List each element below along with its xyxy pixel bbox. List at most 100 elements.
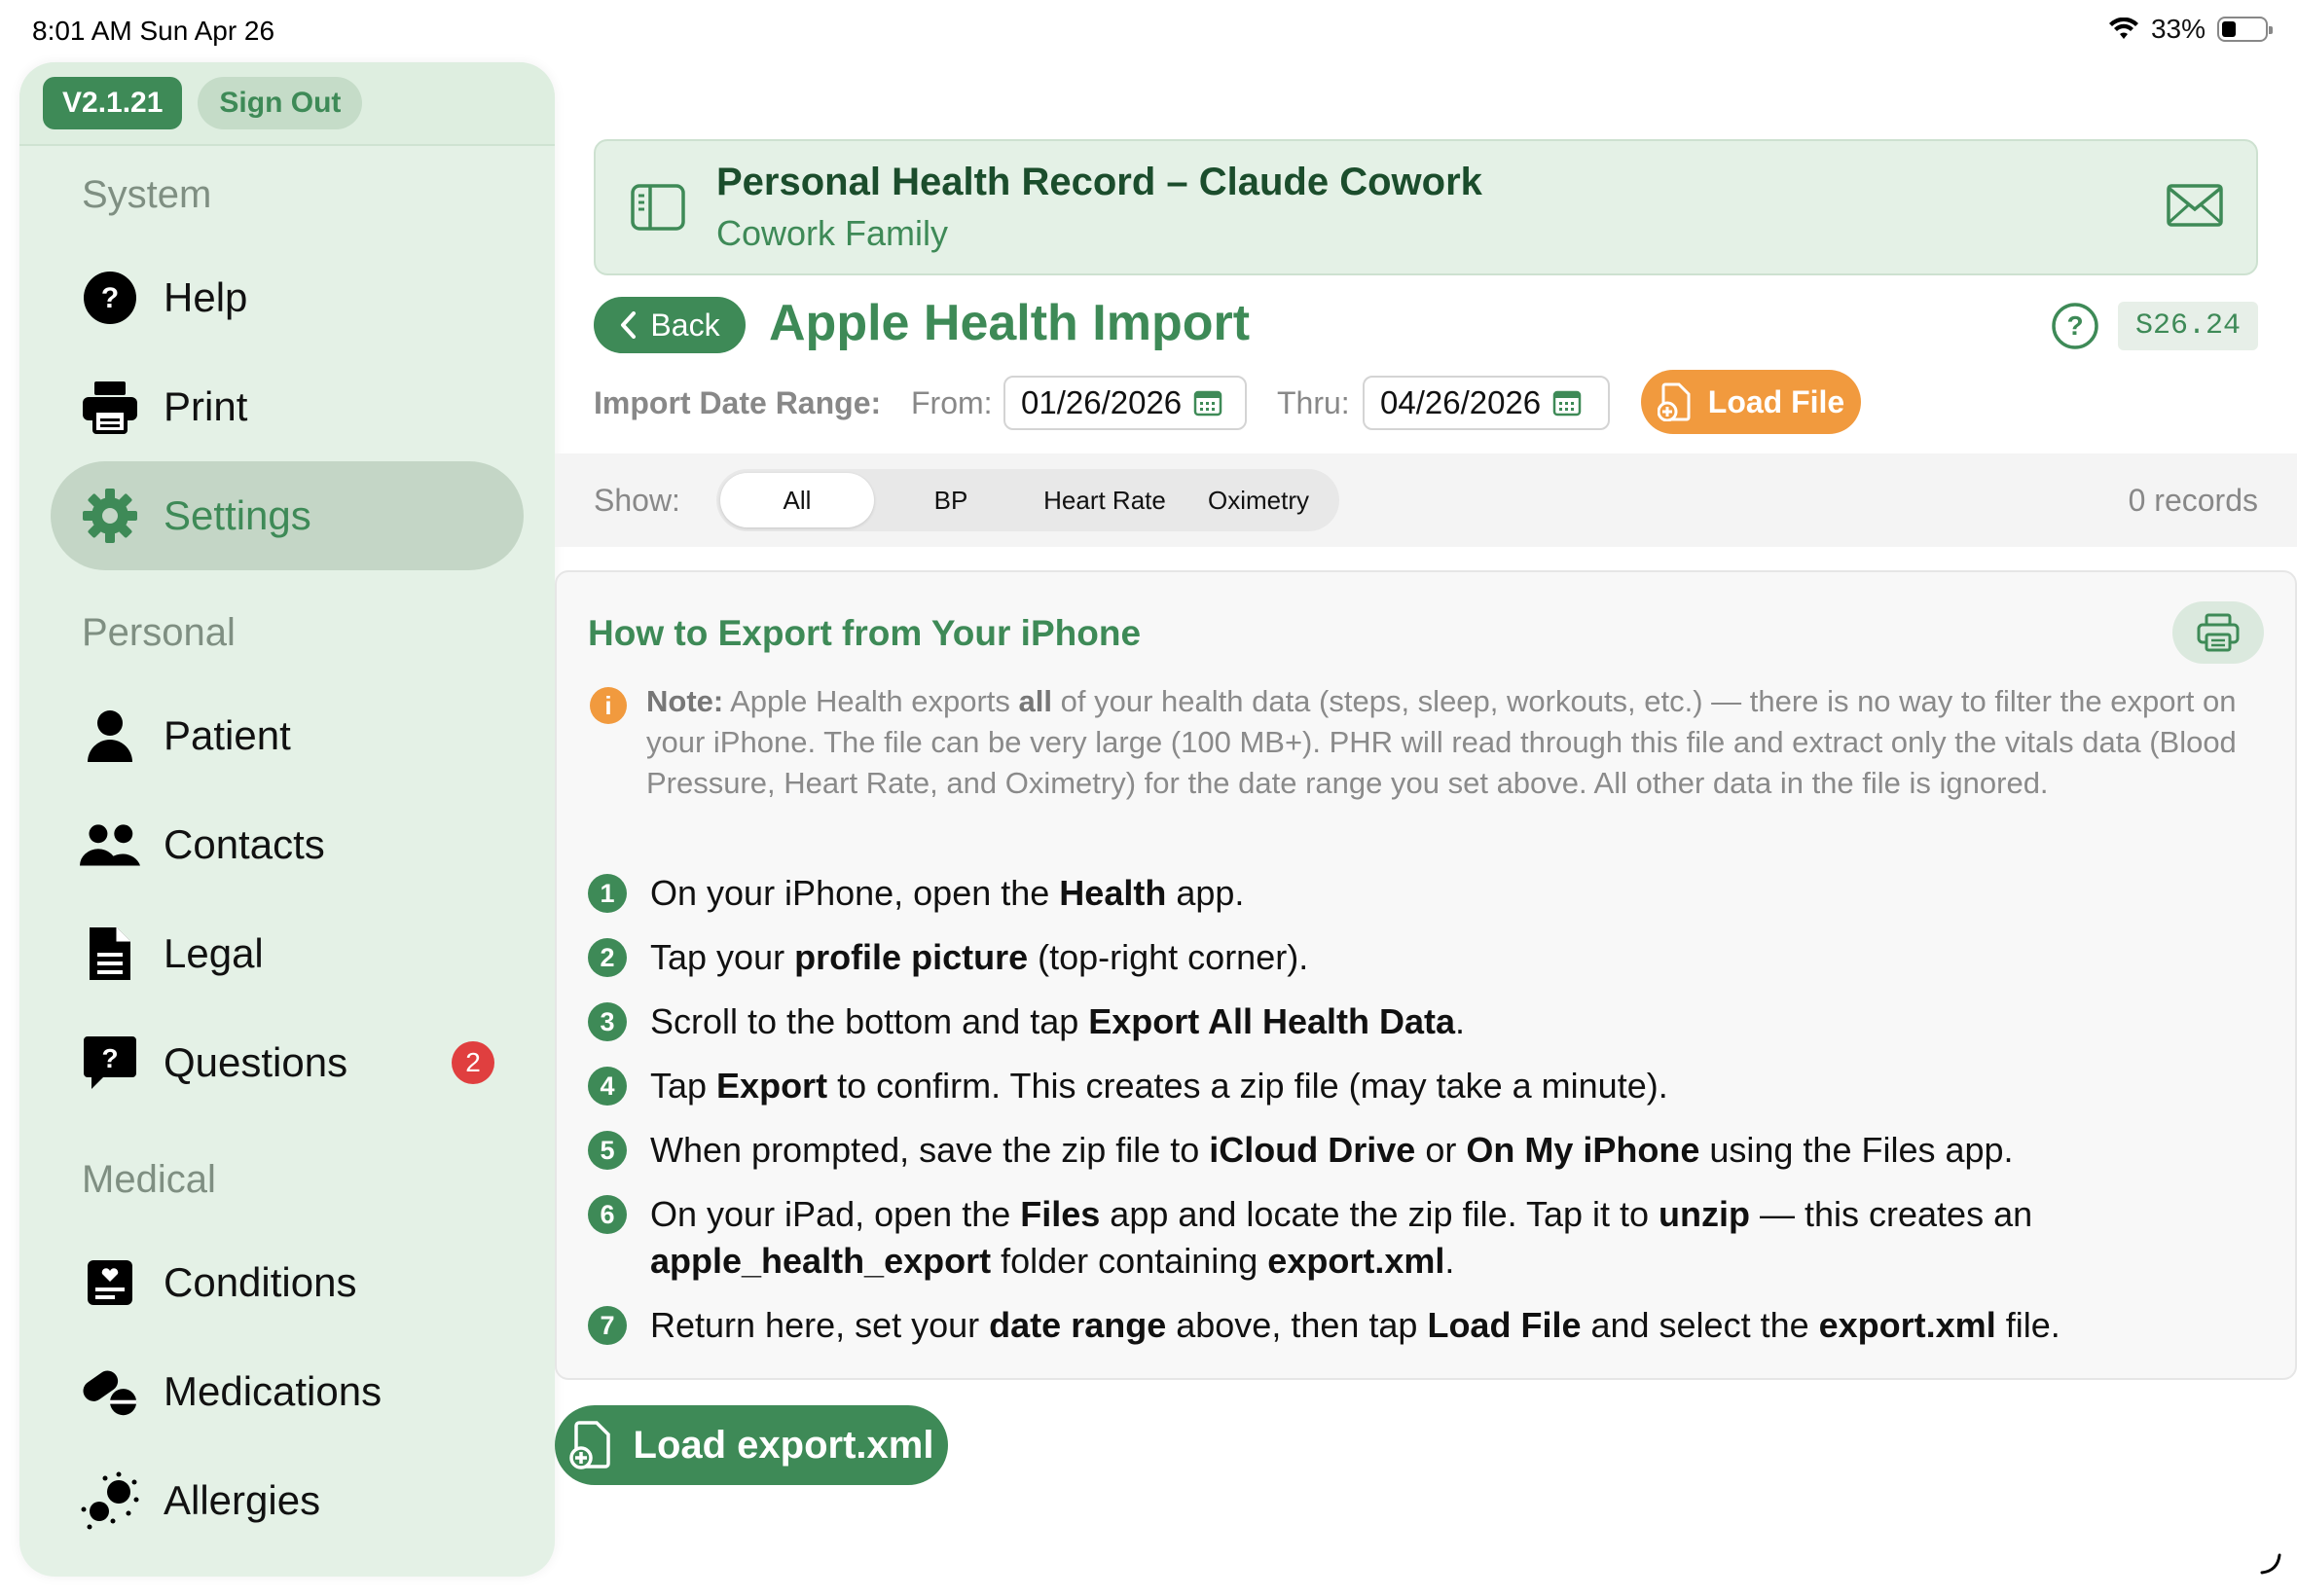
- sidebar-item-questions[interactable]: ? Questions 2: [19, 1008, 555, 1117]
- sidebar-item-label: Print: [164, 383, 248, 429]
- printer-icon: [2197, 613, 2240, 652]
- questions-count-badge: 2: [452, 1041, 494, 1084]
- date-range-label: Import Date Range:: [594, 385, 882, 420]
- page-title: Apple Health Import: [769, 295, 1251, 351]
- svg-text:?: ?: [101, 282, 119, 314]
- filter-option-all[interactable]: All: [720, 473, 874, 527]
- status-indicators: 33%: [2108, 14, 2273, 45]
- sidebar-item-help[interactable]: ? Help: [19, 243, 555, 352]
- filter-segmented-control: All BP Heart Rate Oximetry: [716, 469, 1339, 531]
- sidebar-top-bar: V2.1.21 Sign Out: [19, 62, 555, 146]
- step-item: 4 Tap Export to confirm. This creates a …: [588, 1063, 2266, 1109]
- file-add-icon: [568, 1421, 610, 1469]
- status-bar: 8:01 AM Sun Apr 26 33%: [0, 0, 2297, 62]
- load-file-label: Load File: [1707, 383, 1845, 419]
- document-icon: [80, 924, 140, 984]
- from-date-field[interactable]: 01/26/2026: [1003, 376, 1247, 430]
- sidebar-item-legal[interactable]: Legal: [19, 899, 555, 1008]
- step-item: 3 Scroll to the bottom and tap Export Al…: [588, 998, 2266, 1045]
- from-date-value: 01/26/2026: [1021, 384, 1183, 420]
- sidebar: V2.1.21 Sign Out System ? Help Print Set…: [19, 62, 555, 1577]
- help-icon: ?: [80, 268, 140, 328]
- step-number: 3: [588, 1002, 627, 1041]
- filter-option-oximetry[interactable]: Oximetry: [1182, 473, 1335, 527]
- sidebar-item-medications[interactable]: Medications: [19, 1337, 555, 1446]
- thru-date-value: 04/26/2026: [1380, 384, 1542, 420]
- step-text: Tap your profile picture (top-right corn…: [650, 937, 1309, 977]
- note-text: Note: Apple Health exports all of your h…: [646, 684, 2237, 800]
- instructions-title: How to Export from Your iPhone: [588, 613, 1142, 653]
- filter-option-bp[interactable]: BP: [874, 473, 1028, 527]
- sidebar-item-label: Medications: [164, 1368, 383, 1414]
- status-time: 8:01 AM Sun Apr 26: [32, 16, 275, 46]
- mail-icon[interactable]: [2167, 184, 2223, 232]
- step-number: 1: [588, 874, 627, 913]
- battery-percent: 33%: [2150, 14, 2206, 44]
- section-label-system: System: [82, 173, 212, 216]
- battery-icon: [2217, 17, 2273, 42]
- app-subtitle: Cowork Family: [716, 213, 949, 253]
- step-item: 6 On your iPad, open the Files app and l…: [588, 1191, 2266, 1285]
- gear-icon: [80, 486, 140, 546]
- section-label-personal: Personal: [82, 611, 236, 654]
- step-text: Return here, set your date range above, …: [650, 1305, 2060, 1345]
- sidebar-item-print[interactable]: Print: [19, 352, 555, 461]
- sidebar-item-label: Conditions: [164, 1259, 357, 1305]
- step-number: 2: [588, 938, 627, 977]
- sidebar-item-allergies[interactable]: Allergies: [19, 1446, 555, 1555]
- sidebar-item-conditions[interactable]: Conditions: [19, 1228, 555, 1337]
- sidebar-item-label: Questions: [164, 1039, 348, 1085]
- load-file-button[interactable]: Load File: [1641, 370, 1861, 434]
- resize-handle-icon: [2260, 1553, 2281, 1575]
- sidebar-item-label: Settings: [164, 492, 311, 538]
- thru-date-field[interactable]: 04/26/2026: [1363, 376, 1610, 430]
- step-item: 2 Tap your profile picture (top-right co…: [588, 934, 2266, 981]
- filter-option-heart-rate[interactable]: Heart Rate: [1028, 473, 1182, 527]
- load-export-xml-label: Load export.xml: [633, 1423, 934, 1467]
- print-instructions-button[interactable]: [2172, 601, 2264, 664]
- sidebar-item-patient[interactable]: Patient: [19, 681, 555, 790]
- step-number: 6: [588, 1195, 627, 1234]
- svg-text:?: ?: [2066, 310, 2083, 341]
- person-icon: [80, 706, 140, 766]
- step-text: Scroll to the bottom and tap Export All …: [650, 1001, 1466, 1041]
- step-item: 7 Return here, set your date range above…: [588, 1302, 2266, 1349]
- back-button-label: Back: [650, 307, 720, 343]
- sidebar-toggle-icon[interactable]: [631, 184, 685, 236]
- sidebar-item-label: Patient: [164, 712, 291, 758]
- file-add-icon: [1657, 382, 1691, 421]
- step-text: When prompted, save the zip file to iClo…: [650, 1130, 2014, 1170]
- heart-clipboard-icon: [80, 1252, 140, 1313]
- thru-label: Thru:: [1277, 385, 1350, 420]
- filter-bar: Show: All BP Heart Rate Oximetry 0 recor…: [555, 453, 2297, 547]
- step-text: Tap Export to confirm. This creates a zi…: [650, 1066, 1668, 1106]
- sidebar-item-label: Legal: [164, 930, 264, 976]
- back-button[interactable]: Back: [594, 297, 746, 353]
- help-circle-icon[interactable]: ?: [2051, 302, 2099, 355]
- chevron-left-icon: [621, 311, 637, 339]
- step-number: 4: [588, 1067, 627, 1106]
- records-count: 0 records: [2128, 483, 2258, 518]
- people-icon: [80, 815, 140, 875]
- step-text: On your iPhone, open the Health app.: [650, 873, 1245, 913]
- step-item: 5 When prompted, save the zip file to iC…: [588, 1127, 2266, 1174]
- sidebar-item-label: Help: [164, 274, 248, 320]
- version-badge: V2.1.21: [43, 77, 183, 129]
- screen-code-badge: S26.24: [2118, 302, 2258, 350]
- step-item: 1 On your iPhone, open the Health app.: [588, 870, 2266, 917]
- info-icon: i: [590, 687, 627, 724]
- instructions-panel: How to Export from Your iPhone i Note: A…: [555, 570, 2297, 1380]
- load-export-xml-button[interactable]: Load export.xml: [555, 1405, 948, 1485]
- sidebar-item-label: Contacts: [164, 821, 325, 867]
- app-title: Personal Health Record – Claude Cowork: [716, 161, 1482, 203]
- sidebar-item-label: Allergies: [164, 1477, 321, 1523]
- question-bubble-icon: ?: [80, 1033, 140, 1093]
- svg-text:?: ?: [101, 1043, 118, 1073]
- from-label: From:: [911, 385, 993, 420]
- section-label-medical: Medical: [82, 1158, 216, 1201]
- sign-out-button[interactable]: Sign Out: [198, 77, 363, 129]
- sidebar-item-settings[interactable]: Settings: [51, 461, 524, 570]
- allergen-icon: [80, 1470, 140, 1531]
- sidebar-item-contacts[interactable]: Contacts: [19, 790, 555, 899]
- step-number: 5: [588, 1131, 627, 1170]
